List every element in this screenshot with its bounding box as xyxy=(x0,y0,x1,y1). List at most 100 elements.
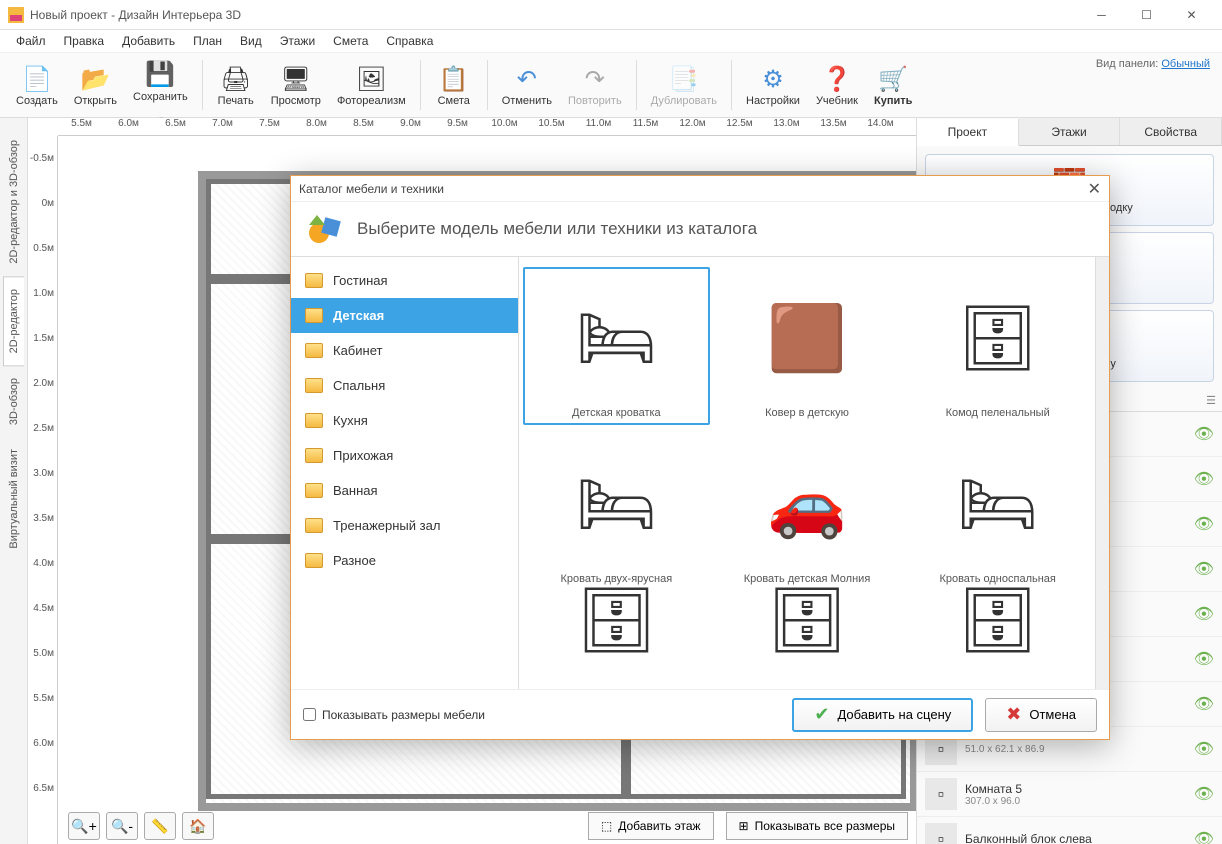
furniture-grid: 🛏Детская кроватка🟫Ковер в детскую🗄Комод … xyxy=(523,267,1091,641)
budget-button[interactable]: 📋Смета xyxy=(427,61,481,109)
vtab-2d-3d[interactable]: 2D-редактор и 3D-обзор xyxy=(4,128,24,276)
furniture-thumb: 🚗 xyxy=(727,439,887,569)
furniture-card[interactable]: 🗄 xyxy=(714,599,901,641)
category-list: ГостинаяДетская Кабинет Спальня Кухня Прихож… xyxy=(291,257,519,689)
vtab-2d[interactable]: 2D-редактор xyxy=(3,276,24,366)
menu-plan[interactable]: План xyxy=(185,32,230,50)
item-name: Балконный блок слева xyxy=(965,832,1186,844)
visibility-icon[interactable]: 👁 xyxy=(1194,649,1214,669)
category-item[interactable]: Тренажерный зал xyxy=(291,508,518,543)
folder-icon xyxy=(305,413,323,428)
furniture-card[interactable]: 🗄Комод пеленальный xyxy=(904,267,1091,425)
menu-add[interactable]: Добавить xyxy=(114,32,183,50)
canvas-tools: 🔍+ 🔍- 📏 🏠 xyxy=(68,812,214,840)
cancel-button[interactable]: ✖Отмена xyxy=(985,698,1097,732)
menu-edit[interactable]: Правка xyxy=(56,32,113,50)
menu-file[interactable]: Файл xyxy=(8,32,54,50)
close-button[interactable]: ✕ xyxy=(1169,0,1214,30)
furniture-card[interactable]: 🗄 xyxy=(523,599,710,641)
dialog-title: Каталог мебели и техники xyxy=(299,182,444,196)
menu-floors[interactable]: Этажи xyxy=(272,32,323,50)
add-to-scene-button[interactable]: ✔Добавить на сцену xyxy=(792,698,973,732)
tab-properties[interactable]: Свойства xyxy=(1120,118,1222,145)
visibility-icon[interactable]: 👁 xyxy=(1194,829,1214,844)
tab-floors[interactable]: Этажи xyxy=(1019,118,1121,145)
visibility-icon[interactable]: 👁 xyxy=(1194,604,1214,624)
preview-button[interactable]: 🖥Просмотр xyxy=(263,61,329,109)
category-item[interactable]: Детская xyxy=(291,298,518,333)
category-item[interactable]: Кабинет xyxy=(291,333,518,368)
furniture-card[interactable]: 🚗Кровать детская Молния xyxy=(714,433,901,591)
zoom-out-button[interactable]: 🔍- xyxy=(106,812,138,840)
list-view-icon[interactable]: ☰ xyxy=(1206,394,1216,407)
vtab-3d[interactable]: 3D-обзор xyxy=(4,366,24,437)
settings-button[interactable]: ⚙Настройки xyxy=(738,61,808,109)
furniture-card[interactable]: 🟫Ковер в детскую xyxy=(714,267,901,425)
visibility-icon[interactable]: 👁 xyxy=(1194,559,1214,579)
show-sizes-button[interactable]: ⊞Показывать все размеры xyxy=(726,812,908,840)
scrollbar[interactable] xyxy=(1095,257,1109,689)
item-name: Комната 5 xyxy=(965,782,1186,796)
category-item[interactable]: Кухня xyxy=(291,403,518,438)
ruler-vertical: -0.5м0м0.5м1.0м1.5м2.0м2.5м3.0м3.5м4.0м4… xyxy=(28,136,58,844)
category-item[interactable]: Гостиная xyxy=(291,263,518,298)
furniture-card[interactable]: 🛏Кровать двух-ярусная xyxy=(523,433,710,591)
save-button[interactable]: 💾Сохранить▾ xyxy=(125,57,196,114)
furniture-thumb: 🗄 xyxy=(536,605,696,635)
undo-button[interactable]: ↶Отменить xyxy=(494,61,560,109)
furniture-name: Комод пеленальный xyxy=(946,403,1050,419)
item-thumb: ▫ xyxy=(925,823,957,844)
category-item[interactable]: Спальня xyxy=(291,368,518,403)
visibility-icon[interactable]: 👁 xyxy=(1194,784,1214,804)
open-button[interactable]: 📂Открыть xyxy=(66,61,125,109)
panel-mode-link[interactable]: Обычный xyxy=(1161,58,1210,70)
visibility-icon[interactable]: 👁 xyxy=(1194,469,1214,489)
photo-button[interactable]: 🖼Фотореализм xyxy=(329,61,414,109)
show-sizes-checkbox[interactable]: Показывать размеры мебели xyxy=(303,708,485,722)
zoom-in-button[interactable]: 🔍+ xyxy=(68,812,100,840)
folder-icon xyxy=(305,378,323,393)
furniture-card[interactable]: 🛏Кровать односпальная xyxy=(904,433,1091,591)
menu-view[interactable]: Вид xyxy=(232,32,270,50)
category-item[interactable]: Ванная xyxy=(291,473,518,508)
add-floor-button[interactable]: ⬚Добавить этаж xyxy=(588,812,714,840)
visibility-icon[interactable]: 👁 xyxy=(1194,739,1214,759)
category-label: Кухня xyxy=(333,413,368,428)
tab-project[interactable]: Проект xyxy=(917,119,1019,146)
vtab-virtual[interactable]: Виртуальный визит xyxy=(4,437,24,561)
category-item[interactable]: Прихожая xyxy=(291,438,518,473)
category-label: Кабинет xyxy=(333,343,382,358)
item-size: 51.0 x 62.1 x 86.9 xyxy=(965,744,1186,755)
list-item[interactable]: ▫ Балконный блок слева 👁 xyxy=(917,817,1222,844)
visibility-icon[interactable]: 👁 xyxy=(1194,514,1214,534)
buy-button[interactable]: 🛒Купить xyxy=(866,61,920,109)
cancel-icon: ✖ xyxy=(1006,704,1021,725)
visibility-icon[interactable]: 👁 xyxy=(1194,694,1214,714)
category-item[interactable]: Разное xyxy=(291,543,518,578)
print-button[interactable]: 🖨Печать xyxy=(209,61,263,109)
redo-button: ↷Повторить xyxy=(560,61,630,109)
category-label: Спальня xyxy=(333,378,385,393)
dialog-close-button[interactable]: ✕ xyxy=(1088,179,1101,199)
measure-button[interactable]: 📏 xyxy=(144,812,176,840)
maximize-button[interactable]: ☐ xyxy=(1124,0,1169,30)
minimize-button[interactable]: ─ xyxy=(1079,0,1124,30)
sizes-icon: ⊞ xyxy=(739,819,749,833)
dialog-header: Выберите модель мебели или техники из ка… xyxy=(357,219,757,239)
category-label: Прихожая xyxy=(333,448,393,463)
furniture-thumb: 🗄 xyxy=(918,605,1078,635)
list-item[interactable]: ▫Комната 5307.0 x 96.0👁 xyxy=(917,772,1222,817)
menu-help[interactable]: Справка xyxy=(378,32,441,50)
home-button[interactable]: 🏠 xyxy=(182,812,214,840)
create-button[interactable]: 📄Создать xyxy=(8,61,66,109)
panel-mode: Вид панели: Обычный xyxy=(1096,58,1210,70)
visibility-icon[interactable]: 👁 xyxy=(1194,424,1214,444)
furniture-card[interactable]: 🗄 xyxy=(904,599,1091,641)
furniture-card[interactable]: 🛏Детская кроватка xyxy=(523,267,710,425)
furniture-thumb: 🗄 xyxy=(918,273,1078,403)
furniture-thumb: 🟫 xyxy=(727,273,887,403)
menu-budget[interactable]: Смета xyxy=(325,32,376,50)
furniture-name: Детская кроватка xyxy=(572,403,661,419)
tutorial-button[interactable]: ❓Учебник xyxy=(808,61,866,109)
show-sizes-input[interactable] xyxy=(303,708,316,721)
